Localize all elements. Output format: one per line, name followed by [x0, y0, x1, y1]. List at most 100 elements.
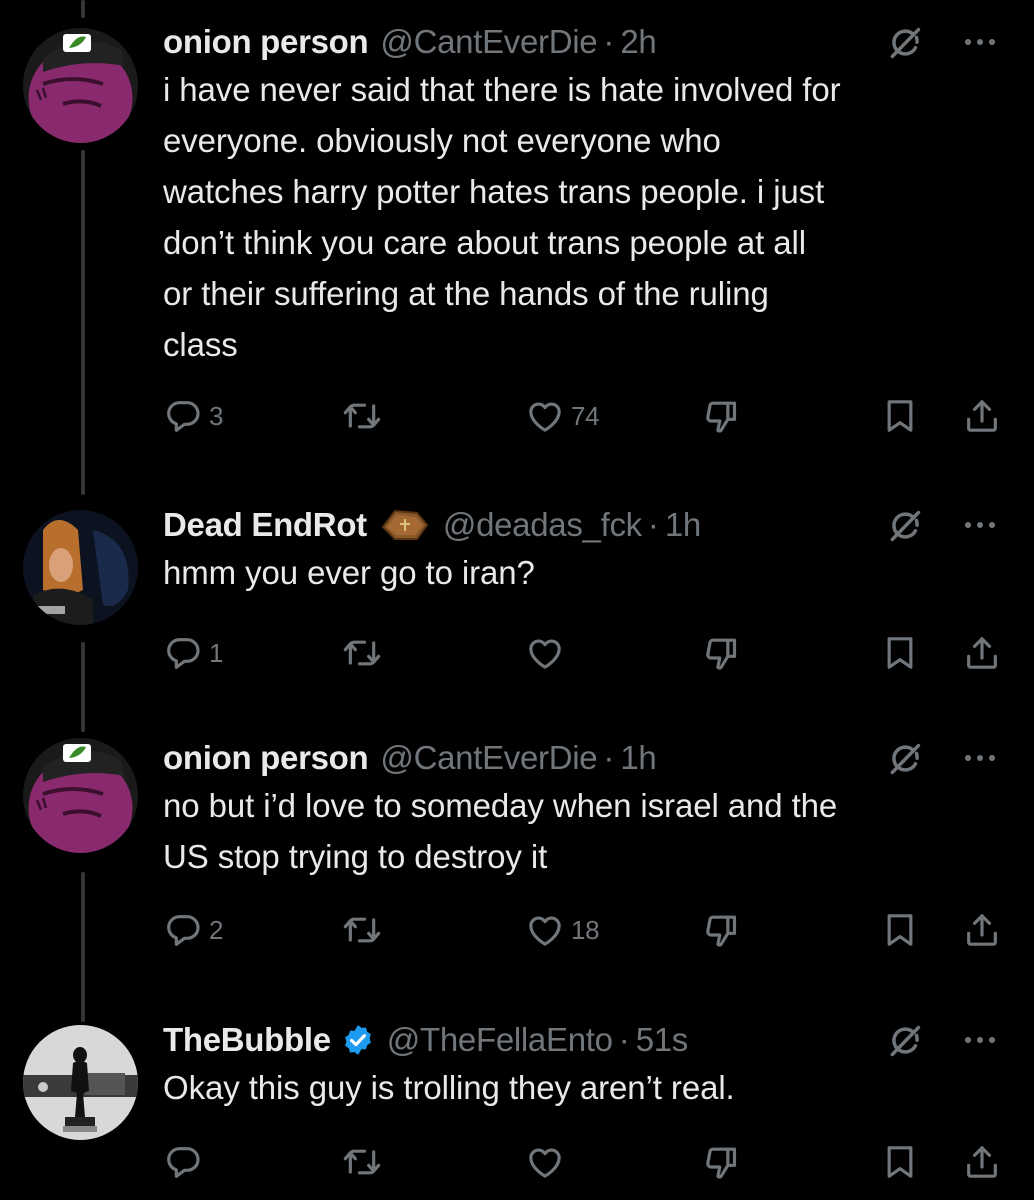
tweet-header: onion person @CantEverDie · 2h [163, 22, 1004, 62]
tweet[interactable]: TheBubble @TheFellaEnto · 51s Okay this … [0, 1020, 1034, 1200]
like-button[interactable] [525, 1140, 571, 1184]
timestamp[interactable]: 51s [636, 1021, 689, 1059]
reply-icon [163, 910, 203, 950]
heart-icon [525, 396, 565, 436]
like-button[interactable]: 18 [525, 908, 600, 952]
share-button[interactable] [962, 1140, 1002, 1184]
reply-icon [163, 396, 203, 436]
bookmark-button[interactable] [880, 394, 920, 438]
retweet-icon [342, 910, 382, 950]
bookmark-button[interactable] [880, 1140, 920, 1184]
tweet[interactable]: Dead EndRot @deadas_fck · 1h hmm you eve… [0, 505, 1034, 685]
reply-icon [163, 633, 203, 673]
downvote-button[interactable] [702, 631, 742, 675]
reply-button[interactable]: 3 [163, 394, 223, 438]
action-bar: 2 18 [0, 908, 1034, 952]
bookmark-icon [880, 396, 920, 436]
downvote-button[interactable] [702, 1140, 742, 1184]
retweet-button[interactable] [342, 908, 388, 952]
grok-icon[interactable] [886, 24, 924, 62]
separator-dot: · [603, 739, 615, 776]
more-icon[interactable] [962, 1028, 998, 1052]
user-handle[interactable]: @CantEverDie [380, 23, 597, 61]
like-button[interactable]: 74 [525, 394, 600, 438]
timestamp[interactable]: 2h [620, 23, 656, 61]
reply-button[interactable]: 2 [163, 908, 223, 952]
more-icon[interactable] [962, 513, 998, 537]
thread-line-top [81, 0, 85, 18]
user-handle[interactable]: @deadas_fck [443, 506, 642, 544]
action-bar: 3 74 [0, 394, 1034, 438]
display-name[interactable]: onion person [163, 23, 369, 61]
tweet-text: no but i’d love to someday when israel a… [163, 787, 838, 875]
avatar[interactable] [23, 28, 138, 143]
heart-icon [525, 1142, 565, 1182]
separator-dot: · [618, 1021, 630, 1058]
downvote-icon [702, 633, 742, 673]
display-name[interactable]: onion person [163, 739, 369, 777]
grok-icon[interactable] [886, 1022, 924, 1060]
reply-thread: onion person @CantEverDie · 2h i have ne… [0, 0, 1034, 1200]
share-button[interactable] [962, 908, 1002, 952]
avatar[interactable] [23, 510, 138, 625]
share-icon [962, 633, 1002, 673]
bookmark-button[interactable] [880, 908, 920, 952]
heart-icon [525, 910, 565, 950]
timestamp[interactable]: 1h [620, 739, 656, 777]
downvote-icon [702, 396, 742, 436]
tweet-header: Dead EndRot @deadas_fck · 1h [163, 505, 1004, 545]
tweet-text: i have never said that there is hate inv… [163, 71, 841, 363]
tweet[interactable]: onion person @CantEverDie · 1h no but i’… [0, 738, 1034, 978]
like-count: 74 [571, 400, 600, 431]
reply-count: 1 [209, 637, 224, 668]
action-bar: 1 [0, 631, 1034, 675]
verified-badge-icon [341, 1023, 375, 1057]
downvote-button[interactable] [702, 908, 742, 952]
grok-icon[interactable] [886, 740, 924, 778]
retweet-icon [342, 396, 382, 436]
tweet-text: hmm you ever go to iran? [163, 554, 535, 591]
retweet-button[interactable] [342, 631, 388, 675]
avatar[interactable] [23, 738, 138, 853]
tweet[interactable]: onion person @CantEverDie · 2h i have ne… [0, 22, 1034, 452]
separator-dot: · [603, 23, 615, 60]
tweet-header: TheBubble @TheFellaEnto · 51s [163, 1020, 1004, 1060]
bookmark-icon [880, 910, 920, 950]
timestamp[interactable]: 1h [665, 506, 701, 544]
display-name[interactable]: Dead EndRot [163, 506, 367, 544]
user-handle[interactable]: @TheFellaEnto [387, 1021, 613, 1059]
reply-icon [163, 1142, 203, 1182]
reply-count: 2 [209, 914, 224, 945]
avatar[interactable] [23, 1025, 138, 1140]
retweet-button[interactable] [342, 1140, 388, 1184]
downvote-icon [702, 1142, 742, 1182]
reply-button[interactable]: 1 [163, 631, 223, 675]
bookmark-button[interactable] [880, 631, 920, 675]
like-count: 18 [571, 914, 600, 945]
display-name[interactable]: TheBubble [163, 1021, 331, 1059]
coffin-emoji [377, 505, 431, 545]
grok-icon[interactable] [886, 507, 924, 545]
tweet-header: onion person @CantEverDie · 1h [163, 738, 1004, 778]
retweet-icon [342, 633, 382, 673]
share-button[interactable] [962, 631, 1002, 675]
action-bar [0, 1140, 1034, 1184]
share-icon [962, 910, 1002, 950]
bookmark-icon [880, 1142, 920, 1182]
heart-icon [525, 633, 565, 673]
tweet-text: Okay this guy is trolling they aren’t re… [163, 1069, 735, 1106]
retweet-button[interactable] [342, 394, 388, 438]
more-icon[interactable] [962, 30, 998, 54]
retweet-icon [342, 1142, 382, 1182]
reply-button[interactable] [163, 1140, 209, 1184]
share-icon [962, 1142, 1002, 1182]
downvote-button[interactable] [702, 394, 742, 438]
separator-dot: · [647, 506, 659, 543]
more-icon[interactable] [962, 746, 998, 770]
downvote-icon [702, 910, 742, 950]
like-button[interactable] [525, 631, 571, 675]
reply-count: 3 [209, 400, 224, 431]
share-button[interactable] [962, 394, 1002, 438]
share-icon [962, 396, 1002, 436]
user-handle[interactable]: @CantEverDie [380, 739, 597, 777]
